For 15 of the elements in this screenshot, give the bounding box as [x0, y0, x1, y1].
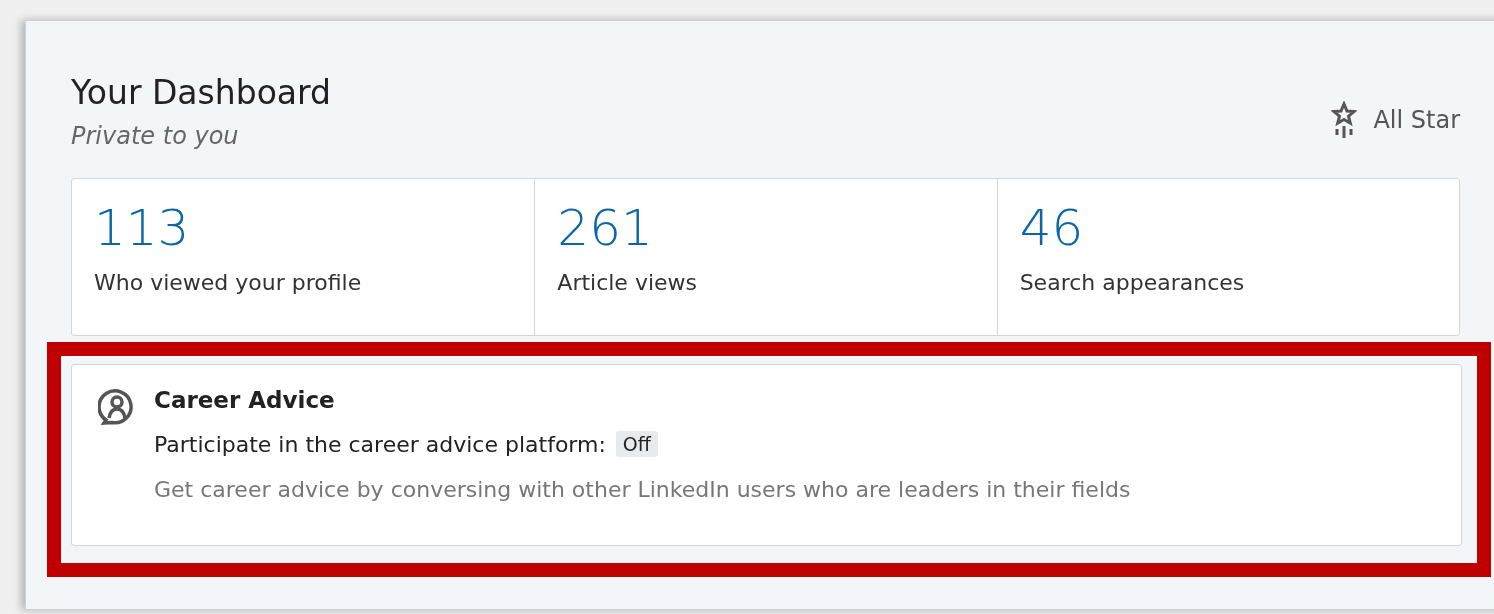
stat-label: Article views: [557, 270, 699, 295]
career-advice-title: Career Advice: [154, 387, 336, 413]
stat-value[interactable]: 261: [557, 201, 975, 256]
person-bubble-icon: [98, 387, 136, 425]
stat-label: Search appearances: [1019, 270, 1246, 295]
stat-label: Who viewed your profile: [94, 270, 363, 295]
stat-value[interactable]: 113: [94, 201, 513, 256]
setting-status[interactable]: Off: [615, 431, 658, 457]
star-icon: [1331, 101, 1358, 139]
badge-label: All Star: [1373, 106, 1460, 134]
setting-label: Participate in the career advice platform:: [154, 431, 606, 457]
career-advice-description: Get career advice by conversing with other LinkedIn users who are leaders in their fields: [154, 477, 1131, 502]
dashboard-subtitle: Private to you: [71, 122, 240, 150]
stat-value[interactable]: 46: [1019, 201, 1437, 256]
dashboard-title: Your Dashboard: [71, 73, 331, 112]
